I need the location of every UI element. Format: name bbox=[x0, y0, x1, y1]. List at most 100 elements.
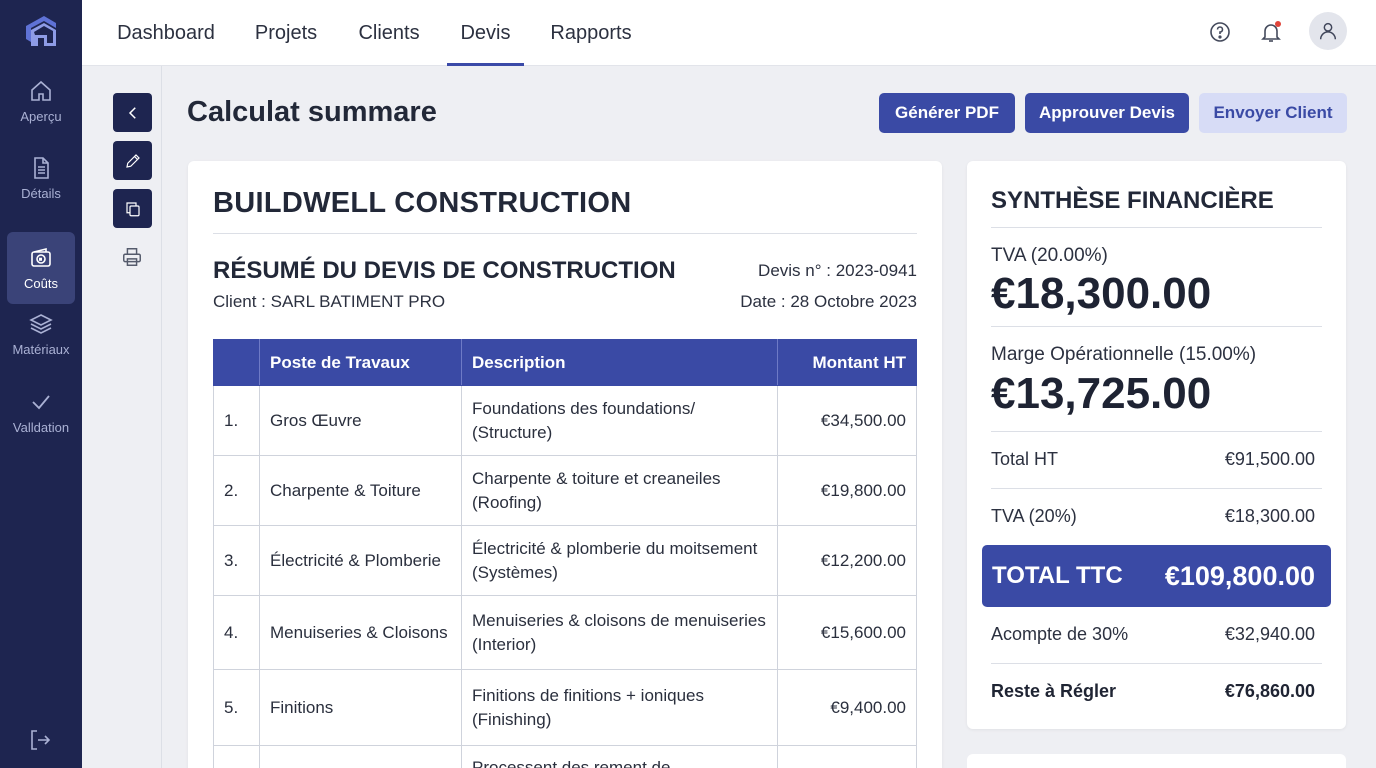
nav-tab-rapports[interactable]: Rapports bbox=[550, 0, 631, 66]
collapse-button[interactable] bbox=[113, 93, 152, 132]
check-icon bbox=[32, 394, 50, 409]
help-icon bbox=[1210, 22, 1230, 42]
rail-label: Aperçu bbox=[20, 108, 62, 124]
summary-title: SYNTHÈSE FINANCIÈRE bbox=[991, 187, 1274, 214]
row-poste: Électricité & Plomberie bbox=[259, 525, 462, 596]
nav-tab-clients[interactable]: Clients bbox=[358, 0, 419, 66]
quote-date: Date : 28 Octobre 2023 bbox=[740, 292, 917, 311]
divider bbox=[991, 227, 1322, 228]
table-row[interactable]: 3. Électricité & Plomberie Électricité &… bbox=[213, 525, 917, 596]
acompte-value: €32,940.00 bbox=[1224, 624, 1315, 644]
tva2-value: €18,300.00 bbox=[1224, 506, 1315, 526]
row-description: Processent des rement de bbox=[461, 745, 778, 768]
ttc-label: TOTAL TTC bbox=[992, 562, 1123, 589]
table-row[interactable]: 4. Menuiseries & Cloisons Menuiseries & … bbox=[213, 595, 917, 670]
rail-label: Détails bbox=[21, 185, 61, 201]
divider bbox=[213, 233, 917, 234]
tva-row: TVA (20%) €18,300.00 bbox=[991, 506, 1315, 527]
client-name: Client : SARL BATIMENT PRO bbox=[213, 292, 446, 311]
total-ht-row: Total HT €91,500.00 bbox=[991, 449, 1315, 470]
page-title: Calculat summare bbox=[187, 96, 437, 128]
approve-quote-button[interactable]: Approuver Devis bbox=[1025, 93, 1189, 133]
table-row[interactable]: 2. Charpente & Toiture Charpente & toitu… bbox=[213, 455, 917, 526]
logout-icon[interactable] bbox=[28, 728, 52, 752]
reste-label: Reste à Régler bbox=[991, 681, 1117, 701]
column-header: Poste de Travaux bbox=[259, 339, 462, 386]
quote-document: BUILDWELL CONSTRUCTION RÉSUMÉ DU DEVIS D… bbox=[188, 161, 942, 768]
edit-button[interactable] bbox=[113, 141, 152, 180]
table-header-row: Poste de Travaux Description Montant HT bbox=[213, 339, 917, 386]
marge-label: Marge Opérationnelle (15.00%) bbox=[991, 344, 1257, 365]
row-description: Foundations des foundations/(Structure) bbox=[461, 385, 778, 456]
send-client-button[interactable]: Envoyer Client bbox=[1199, 93, 1347, 133]
help-button[interactable] bbox=[1202, 14, 1238, 50]
layers-icon bbox=[29, 313, 53, 334]
notification-dot bbox=[1275, 21, 1281, 27]
tool-column bbox=[82, 66, 162, 768]
company-name: BUILDWELL CONSTRUCTION bbox=[213, 187, 632, 219]
table-row[interactable]: Processent des rement de bbox=[213, 745, 917, 768]
total-ht-value: €91,500.00 bbox=[1224, 449, 1315, 469]
nav-tab-projets[interactable]: Projets bbox=[255, 0, 317, 66]
document-icon bbox=[34, 156, 49, 179]
total-ht-label: Total HT bbox=[991, 449, 1059, 469]
rail-label: Coûts bbox=[24, 275, 58, 291]
quote-table: Poste de Travaux Description Montant HT … bbox=[213, 339, 917, 768]
row-amount: €19,800.00 bbox=[777, 455, 917, 526]
home-icon bbox=[31, 80, 51, 101]
financial-summary: SYNTHÈSE FINANCIÈRE TVA (20.00%) €18,300… bbox=[967, 161, 1346, 729]
user-icon bbox=[1319, 22, 1337, 40]
app-logo-icon[interactable] bbox=[22, 12, 60, 50]
user-avatar[interactable] bbox=[1309, 12, 1347, 50]
column-header bbox=[213, 339, 260, 386]
left-rail: Aperçu Détails Coûts Matériaux Valldatio… bbox=[0, 0, 82, 768]
row-description: Électricité & plomberie du moitsement (Sy… bbox=[461, 525, 778, 596]
row-number: 3. bbox=[213, 525, 260, 596]
table-row[interactable]: 5. Finitions Finitions de finitions + io… bbox=[213, 669, 917, 746]
row-number: 2. bbox=[213, 455, 260, 526]
reste-row: Reste à Régler €76,860.00 bbox=[991, 681, 1315, 702]
divider bbox=[991, 431, 1322, 432]
row-amount: €12,200.00 bbox=[777, 525, 917, 596]
ttc-value: €109,800.00 bbox=[1164, 560, 1315, 591]
divider bbox=[991, 326, 1322, 327]
row-description: Charpente & toiture et creaneiles (Roofin… bbox=[461, 455, 778, 526]
quote-number: Devis n° : 2023-0941 bbox=[758, 261, 917, 280]
row-amount: €34,500.00 bbox=[777, 385, 917, 456]
rail-item-validation[interactable]: Valldation bbox=[7, 376, 75, 448]
rail-item-details[interactable]: Détails bbox=[7, 142, 75, 214]
row-description: Menuiseries & cloisons de menuiseries (In… bbox=[461, 595, 778, 670]
row-amount: €9,400.00 bbox=[777, 669, 917, 746]
rail-item-materiaux[interactable]: Matériaux bbox=[7, 298, 75, 370]
row-poste: Gros Œuvre bbox=[259, 385, 462, 456]
row-poste: Charpente & Toiture bbox=[259, 455, 462, 526]
row-number: 1. bbox=[213, 385, 260, 456]
divider bbox=[991, 663, 1322, 664]
tva-value: €18,300.00 bbox=[991, 269, 1212, 318]
generate-pdf-button[interactable]: Générer PDF bbox=[879, 93, 1015, 133]
row-poste: Menuiseries & Cloisons bbox=[259, 595, 462, 670]
copy-icon bbox=[125, 201, 140, 216]
marge-value: €13,725.00 bbox=[991, 369, 1212, 418]
nav-tab-dashboard[interactable]: Dashboard bbox=[117, 0, 215, 66]
secondary-card bbox=[967, 754, 1346, 768]
tva-label: TVA (20.00%) bbox=[991, 245, 1108, 266]
pencil-icon bbox=[125, 153, 140, 168]
total-ttc-banner: TOTAL TTC €109,800.00 bbox=[982, 545, 1331, 607]
row-poste bbox=[259, 745, 462, 768]
duplicate-button[interactable] bbox=[113, 189, 152, 228]
wallet-euro-icon bbox=[31, 247, 51, 267]
reste-value: €76,860.00 bbox=[1224, 681, 1315, 701]
acompte-row: Acompte de 30% €32,940.00 bbox=[991, 624, 1315, 645]
top-nav: Dashboard Projets Clients Devis Rapports bbox=[82, 0, 1376, 66]
divider bbox=[991, 488, 1322, 489]
row-number: 5. bbox=[213, 669, 260, 746]
rail-item-couts[interactable]: Coûts bbox=[7, 232, 75, 304]
notifications-button[interactable] bbox=[1253, 14, 1289, 50]
table-row[interactable]: 1. Gros Œuvre Foundations des foundation… bbox=[213, 385, 917, 456]
rail-item-apercu[interactable]: Aperçu bbox=[7, 65, 75, 137]
print-icon[interactable] bbox=[121, 246, 143, 268]
row-number: 4. bbox=[213, 595, 260, 670]
nav-tab-devis[interactable]: Devis bbox=[447, 0, 524, 66]
rail-label: Valldation bbox=[12, 419, 70, 435]
